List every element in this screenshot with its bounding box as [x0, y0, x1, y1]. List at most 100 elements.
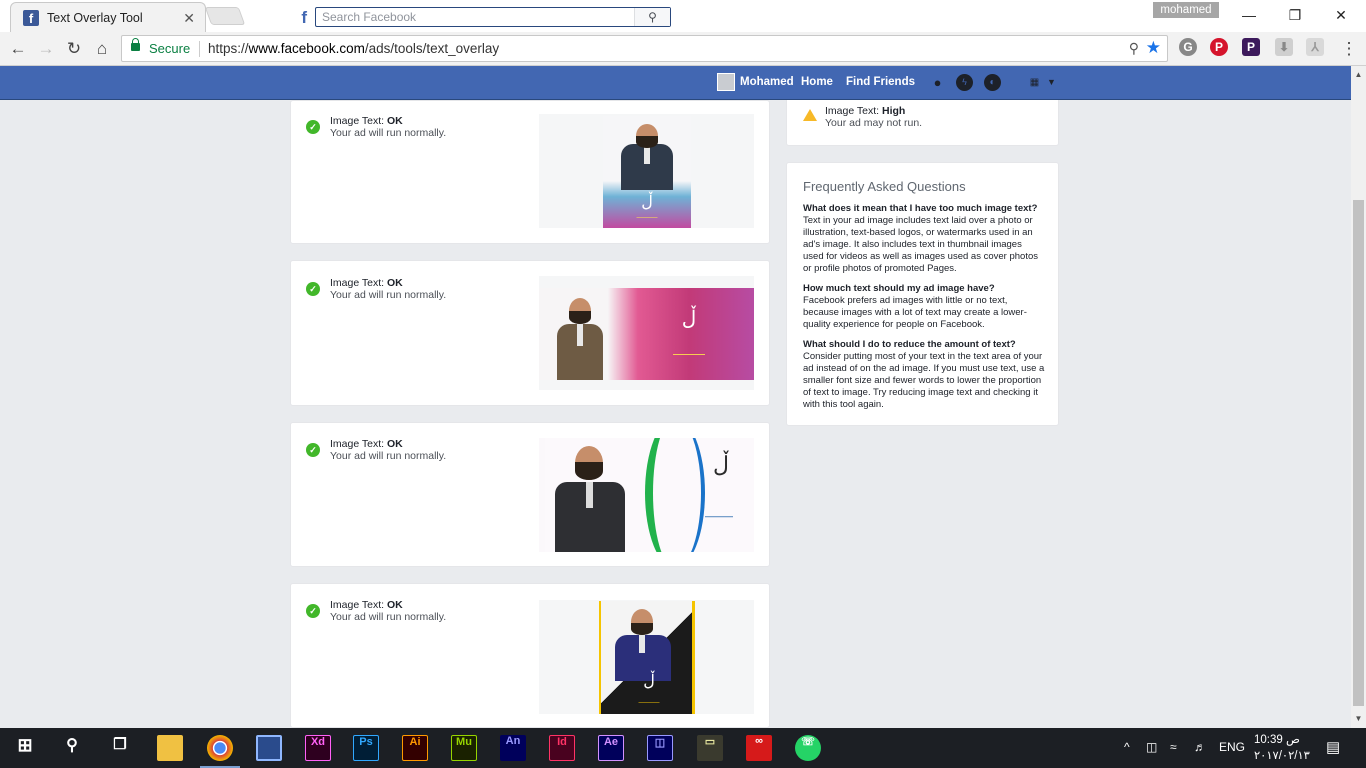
faq-answer: Facebook prefers ad images with little o…: [803, 295, 1027, 330]
result-card: ✓ Image Text: OK Your ad will run normal…: [290, 583, 770, 728]
result-card: ✓ Image Text: OK Your ad will run normal…: [290, 100, 770, 244]
windows-taskbar: ⊞ ⚲ ❐ Xd Ps Ai Mu An Id Ae ◫ ▭ ∞ ☏ ^ ◫ ≈…: [0, 728, 1366, 768]
bookmark-star-icon[interactable]: ★: [1146, 38, 1161, 58]
warning-icon: [803, 109, 817, 121]
address-divider: [199, 41, 200, 57]
search-icon[interactable]: ⚲: [59, 735, 85, 761]
chrome-icon[interactable]: [207, 735, 233, 761]
illustrator-icon[interactable]: Ai: [402, 735, 428, 761]
result-status: Image Text: OK: [330, 599, 403, 611]
wifi-icon[interactable]: ≈: [1170, 740, 1177, 754]
muse-icon[interactable]: Mu: [451, 735, 477, 761]
page-scrollbar[interactable]: ▲ ▼: [1351, 66, 1366, 728]
scroll-up-arrow-icon[interactable]: ▲: [1351, 70, 1366, 79]
forward-arrow-icon[interactable]: →: [33, 36, 59, 62]
result-status: Image Text: OK: [330, 115, 403, 127]
chrome-menu-icon[interactable]: ⋮: [1336, 36, 1362, 62]
faq-item: What should I do to reduce the amount of…: [803, 339, 1045, 411]
address-bar[interactable]: Secure https://www.facebook.com/ads/tool…: [121, 35, 1168, 62]
result-status: Image Text: OK: [330, 277, 403, 289]
check-icon: ✓: [306, 443, 320, 457]
language-indicator[interactable]: ENG: [1219, 740, 1245, 754]
friend-requests-icon[interactable]: ●: [929, 74, 946, 91]
search-icon[interactable]: ⚲: [634, 8, 670, 26]
ad-image-thumbnail: ڵ ————: [539, 276, 754, 390]
secure-label: Secure: [149, 41, 191, 56]
result-message: Your ad may not run.: [825, 117, 923, 129]
clock-date[interactable]: ٢٠١٧/٠٢/١٣: [1254, 748, 1310, 762]
notifications-icon[interactable]: ▤: [1326, 738, 1340, 756]
home-icon[interactable]: ⌂: [89, 36, 115, 62]
tray-chevron-up-icon[interactable]: ^: [1124, 740, 1130, 754]
premiere-icon[interactable]: ◫: [647, 735, 673, 761]
high-text-result-card: Image Text: High Your ad may not run.: [786, 100, 1059, 146]
tab-title: Text Overlay Tool: [47, 11, 143, 25]
browser-tab[interactable]: f Text Overlay Tool ✕: [10, 2, 206, 32]
minimize-button[interactable]: —: [1226, 3, 1272, 27]
faq-item: How much text should my ad image have? F…: [803, 283, 1045, 331]
power-icon[interactable]: ◫: [1146, 740, 1157, 754]
home-link[interactable]: Home: [801, 76, 833, 88]
facebook-favicon-icon: f: [23, 10, 39, 26]
photoshop-icon[interactable]: Ps: [353, 735, 379, 761]
indesign-icon[interactable]: Id: [549, 735, 575, 761]
adobe-xd-icon[interactable]: Xd: [305, 735, 331, 761]
result-status: Image Text: OK: [330, 438, 403, 450]
after-effects-icon[interactable]: Ae: [598, 735, 624, 761]
scrollbar-thumb[interactable]: [1353, 200, 1364, 706]
notifications-globe-icon[interactable]: ◐: [984, 74, 1001, 91]
close-window-button[interactable]: ✕: [1318, 3, 1364, 27]
browser-tab-strip: f Text Overlay Tool ✕ mohamed — ❐ ✕: [0, 0, 1366, 32]
result-message: Your ad will run normally.: [330, 289, 447, 301]
profile-button[interactable]: mohamed: [1153, 2, 1219, 18]
avatar[interactable]: [717, 73, 735, 91]
find-friends-link[interactable]: Find Friends: [846, 76, 915, 88]
archive-app-icon[interactable]: ▭: [697, 735, 723, 761]
file-explorer-icon[interactable]: [157, 735, 183, 761]
result-card: ✓ Image Text: OK Your ad will run normal…: [290, 422, 770, 567]
faq-question: What should I do to reduce the amount of…: [803, 339, 1016, 350]
result-status: Image Text: High: [825, 105, 906, 117]
windows-start-icon[interactable]: ⊞: [12, 735, 38, 761]
account-menu-chevron-down-icon[interactable]: ▼: [1043, 74, 1060, 91]
faq-question: How much text should my ad image have?: [803, 283, 995, 294]
clock-time[interactable]: 10:39 ص: [1254, 732, 1300, 746]
restore-button[interactable]: ❐: [1272, 3, 1318, 27]
check-icon: ✓: [306, 120, 320, 134]
scroll-down-arrow-icon[interactable]: ▼: [1351, 714, 1366, 723]
faq-answer: Text in your ad image includes text laid…: [803, 215, 1038, 274]
extension-ghost-icon[interactable]: G: [1179, 38, 1197, 56]
faq-item: What does it mean that I have too much i…: [803, 203, 1045, 275]
animate-icon[interactable]: An: [500, 735, 526, 761]
privacy-lock-icon[interactable]: ▦: [1026, 74, 1043, 91]
tab-close-icon[interactable]: ✕: [183, 10, 195, 27]
facebook-search[interactable]: ⚲: [315, 7, 671, 27]
result-message: Your ad will run normally.: [330, 127, 447, 139]
zoom-icon[interactable]: ⚲: [1129, 40, 1139, 57]
search-input[interactable]: [316, 8, 636, 26]
whatsapp-icon[interactable]: ☏: [795, 735, 821, 761]
faq-title: Frequently Asked Questions: [803, 179, 966, 194]
lock-icon: [131, 38, 140, 51]
ad-image-thumbnail: ڵ ———: [539, 600, 754, 714]
new-tab-button[interactable]: [204, 7, 246, 25]
task-view-icon[interactable]: ❐: [107, 735, 133, 761]
volume-icon[interactable]: ♬: [1194, 740, 1206, 754]
ad-image-thumbnail: ڵ ———: [539, 114, 754, 228]
creative-cloud-icon[interactable]: ∞: [746, 735, 772, 761]
brackets-icon[interactable]: [256, 735, 282, 761]
extension-p-icon[interactable]: P: [1242, 38, 1260, 56]
facebook-logo-icon[interactable]: f: [291, 7, 310, 26]
faq-panel: Frequently Asked Questions What does it …: [786, 162, 1059, 426]
back-arrow-icon[interactable]: ←: [5, 36, 31, 62]
url-text: https://www.facebook.com/ads/tools/text_…: [208, 41, 500, 56]
check-icon: ✓: [306, 282, 320, 296]
download-extension-icon[interactable]: ⬇: [1275, 38, 1293, 56]
reload-icon[interactable]: ↻: [61, 36, 87, 62]
pinterest-icon[interactable]: P: [1210, 38, 1228, 56]
messenger-icon[interactable]: ϟ: [956, 74, 973, 91]
ad-image-thumbnail: ڵ ————: [539, 438, 754, 552]
pdf-extension-icon[interactable]: ⅄: [1306, 38, 1324, 56]
profile-link[interactable]: Mohamed: [740, 76, 794, 88]
result-message: Your ad will run normally.: [330, 450, 447, 462]
